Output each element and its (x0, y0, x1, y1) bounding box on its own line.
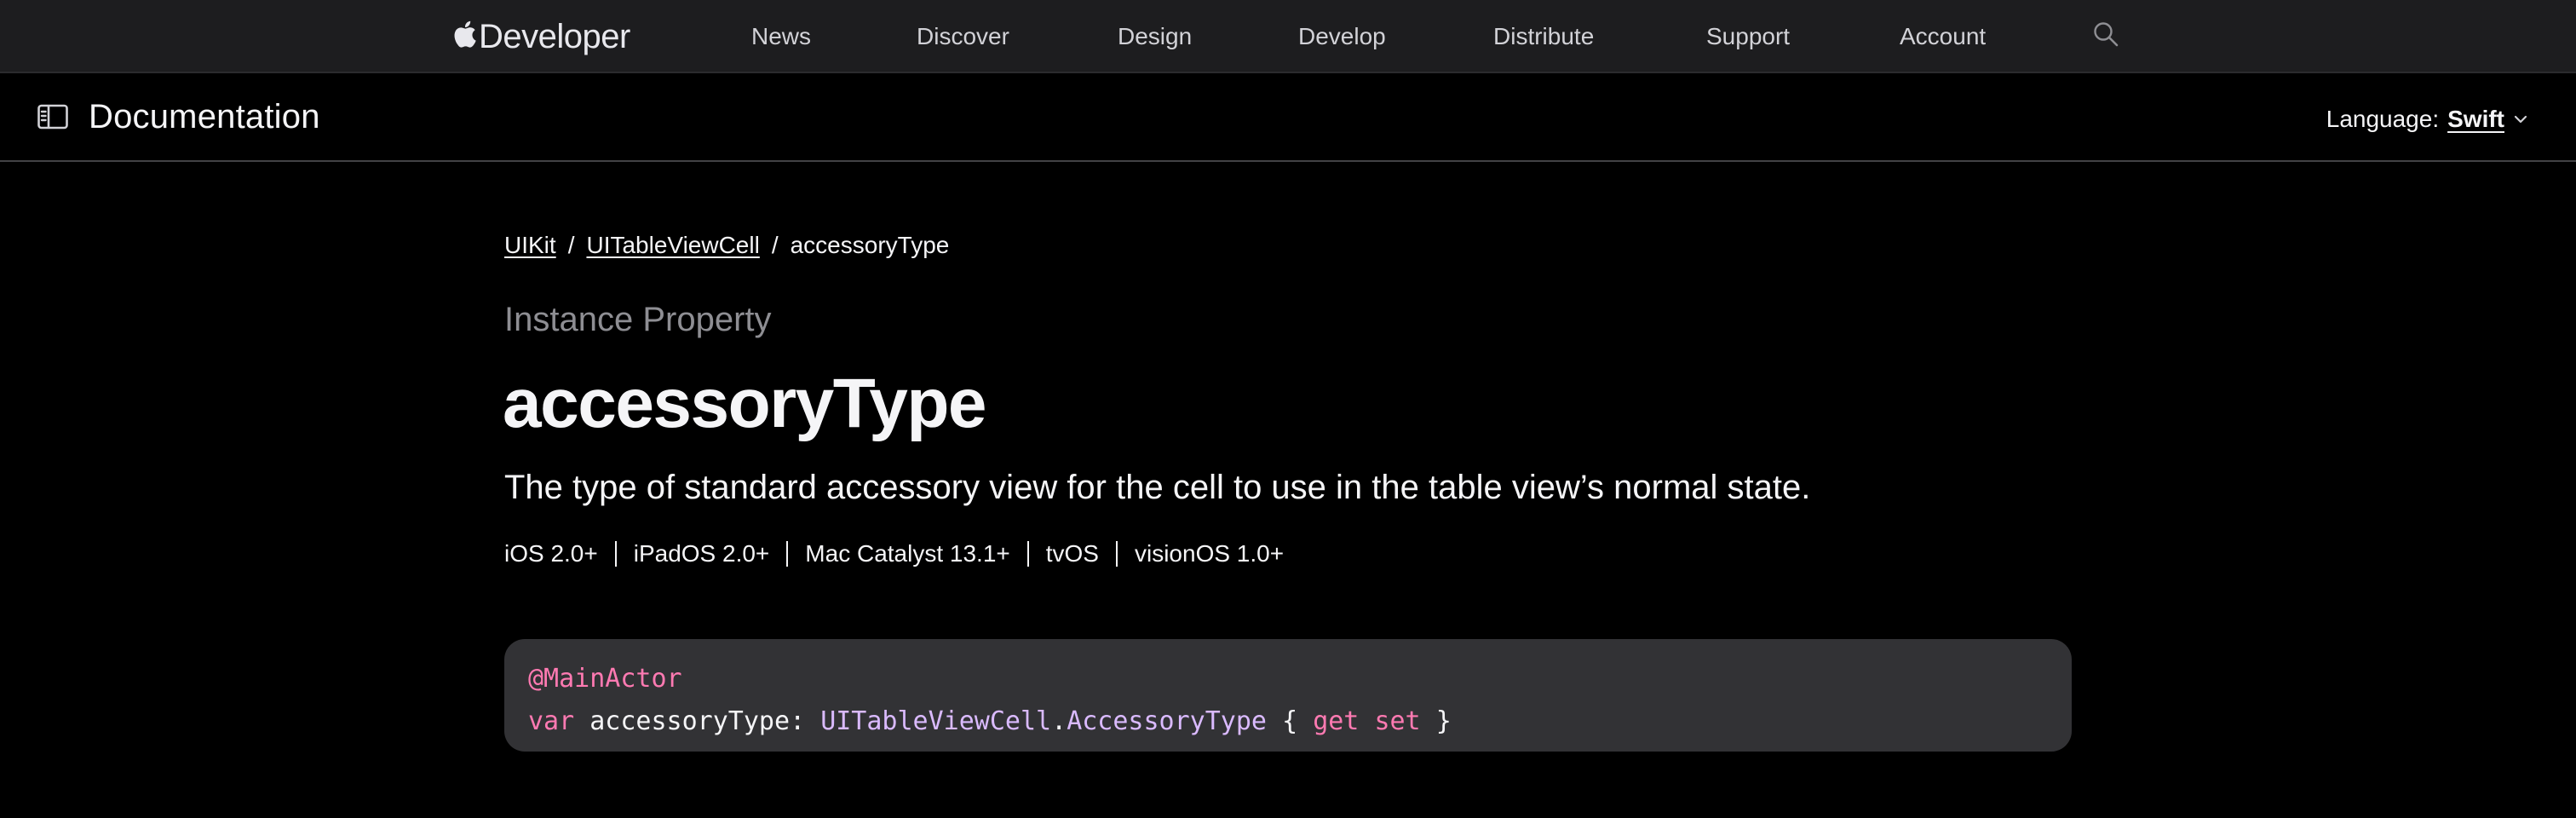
platform-mac-catalyst: Mac Catalyst 13.1+ (805, 540, 1010, 567)
breadcrumb-separator: / (771, 232, 779, 258)
code-type-name-link[interactable]: AccessoryType (1067, 706, 1267, 736)
page-title: accessoryType (503, 365, 987, 442)
nav-link-develop[interactable]: Develop (1298, 17, 1386, 56)
breadcrumb-link-uitableviewcell[interactable]: UITableViewCell (586, 232, 759, 259)
breadcrumb-separator: / (567, 232, 575, 258)
code-type-owner-link[interactable]: UITableViewCell (820, 706, 1051, 736)
code-keyword-get: get (1313, 706, 1360, 736)
apple-logo-icon (454, 20, 476, 48)
platform-ios: iOS 2.0+ (504, 540, 598, 567)
global-nav: Developer News Discover Design Develop D… (0, 0, 2576, 73)
documentation-header: Documentation Language: Swift (0, 73, 2576, 162)
nav-link-account[interactable]: Account (1900, 17, 1986, 56)
code-open-brace: { (1282, 706, 1298, 736)
code-attribute: @MainActor (528, 664, 682, 694)
nav-link-distribute[interactable]: Distribute (1493, 17, 1594, 56)
abstract: The type of standard accessory view for … (504, 469, 1811, 506)
sidebar-toggle-button[interactable] (37, 104, 68, 130)
platform-tvos: tvOS (1045, 540, 1099, 567)
documentation-title[interactable]: Documentation (89, 94, 320, 140)
nav-link-discover[interactable]: Discover (917, 17, 1009, 56)
nav-link-news[interactable]: News (751, 17, 811, 56)
symbol-kind-eyebrow: Instance Property (504, 301, 772, 338)
nav-link-support[interactable]: Support (1706, 17, 1790, 56)
language-label: Language: (2326, 106, 2440, 132)
platform-visionos: visionOS 1.0+ (1134, 540, 1285, 567)
search-icon (2094, 22, 2119, 47)
developer-logo-text: Developer (479, 17, 630, 55)
sidebar-icon (37, 104, 68, 130)
declaration-code-block: @MainActor var accessoryType: UITableVie… (504, 639, 2072, 752)
breadcrumb: UIKit / UITableViewCell / accessoryType (504, 232, 949, 259)
platform-divider (1115, 541, 1118, 567)
language-selector: Language: Swift (2326, 102, 2528, 136)
code-keyword-set: set (1374, 706, 1421, 736)
breadcrumb-link-uikit[interactable]: UIKit (504, 232, 556, 259)
language-toggle[interactable]: Swift (2447, 106, 2504, 133)
platform-divider (614, 541, 617, 567)
breadcrumb-current: accessoryType (790, 232, 950, 258)
search-button[interactable] (2092, 20, 2126, 53)
platform-ipados: iPadOS 2.0+ (633, 540, 770, 567)
code-close-brace: } (1435, 706, 1452, 736)
chevron-down-icon[interactable] (2513, 114, 2528, 124)
developer-logo-link[interactable]: Developer (451, 15, 630, 58)
code-keyword-var: var (528, 706, 575, 736)
code-colon: : (790, 706, 806, 736)
platform-divider (1026, 541, 1029, 567)
nav-link-design[interactable]: Design (1118, 17, 1192, 56)
code-identifier: accessoryType (589, 706, 791, 736)
platform-divider (786, 541, 789, 567)
code-dot: . (1051, 706, 1067, 736)
platform-availability: iOS 2.0+ iPadOS 2.0+ Mac Catalyst 13.1+ … (504, 537, 1284, 571)
